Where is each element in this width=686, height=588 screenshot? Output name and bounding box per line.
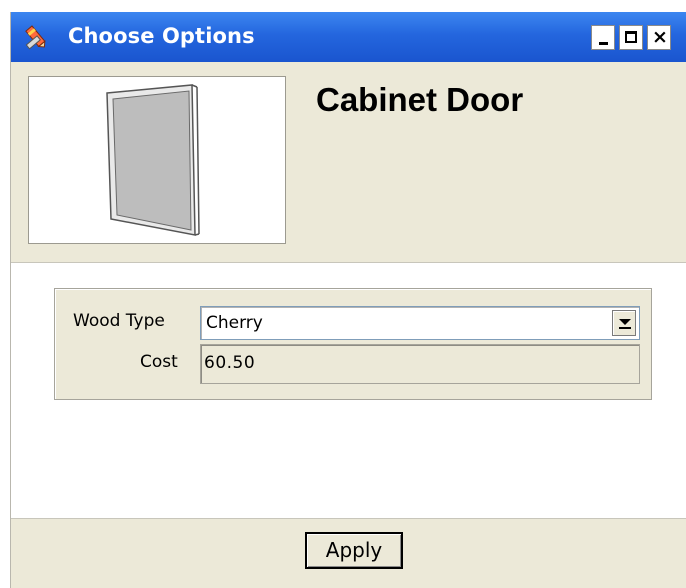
- cost-field: 60.50: [200, 344, 640, 384]
- minimize-button[interactable]: [591, 25, 615, 50]
- header-divider: [11, 262, 686, 263]
- cost-label: Cost: [140, 352, 178, 372]
- item-title: Cabinet Door: [316, 81, 524, 118]
- apply-button[interactable]: Apply: [305, 532, 403, 569]
- chevron-down-icon: [619, 319, 631, 325]
- dropdown-underline: [619, 327, 631, 329]
- cost-value: 60.50: [204, 353, 256, 373]
- options-group: Wood Type Cherry Cost 60.50: [54, 288, 652, 400]
- maximize-button[interactable]: [619, 25, 643, 50]
- minimize-icon: [599, 42, 608, 45]
- pencil-ruler-icon: [25, 25, 46, 50]
- close-icon: ×: [652, 26, 668, 48]
- wood-type-value: Cherry: [206, 313, 263, 333]
- cabinet-door-image: [106, 84, 200, 236]
- dropdown-button[interactable]: [612, 310, 636, 336]
- header-panel: Cabinet Door: [11, 62, 686, 262]
- title-bar[interactable]: Choose Options ×: [11, 12, 686, 62]
- wood-type-select[interactable]: Cherry: [200, 306, 640, 340]
- wood-type-label: Wood Type: [73, 311, 165, 331]
- cabinet-door-preview: [28, 76, 286, 244]
- maximize-icon: [625, 31, 637, 43]
- choose-options-window: Choose Options × Cabinet Door Wood Type …: [10, 12, 686, 588]
- close-button[interactable]: ×: [647, 25, 671, 50]
- footer-bar: Apply: [11, 518, 686, 588]
- window-title: Choose Options: [68, 24, 255, 48]
